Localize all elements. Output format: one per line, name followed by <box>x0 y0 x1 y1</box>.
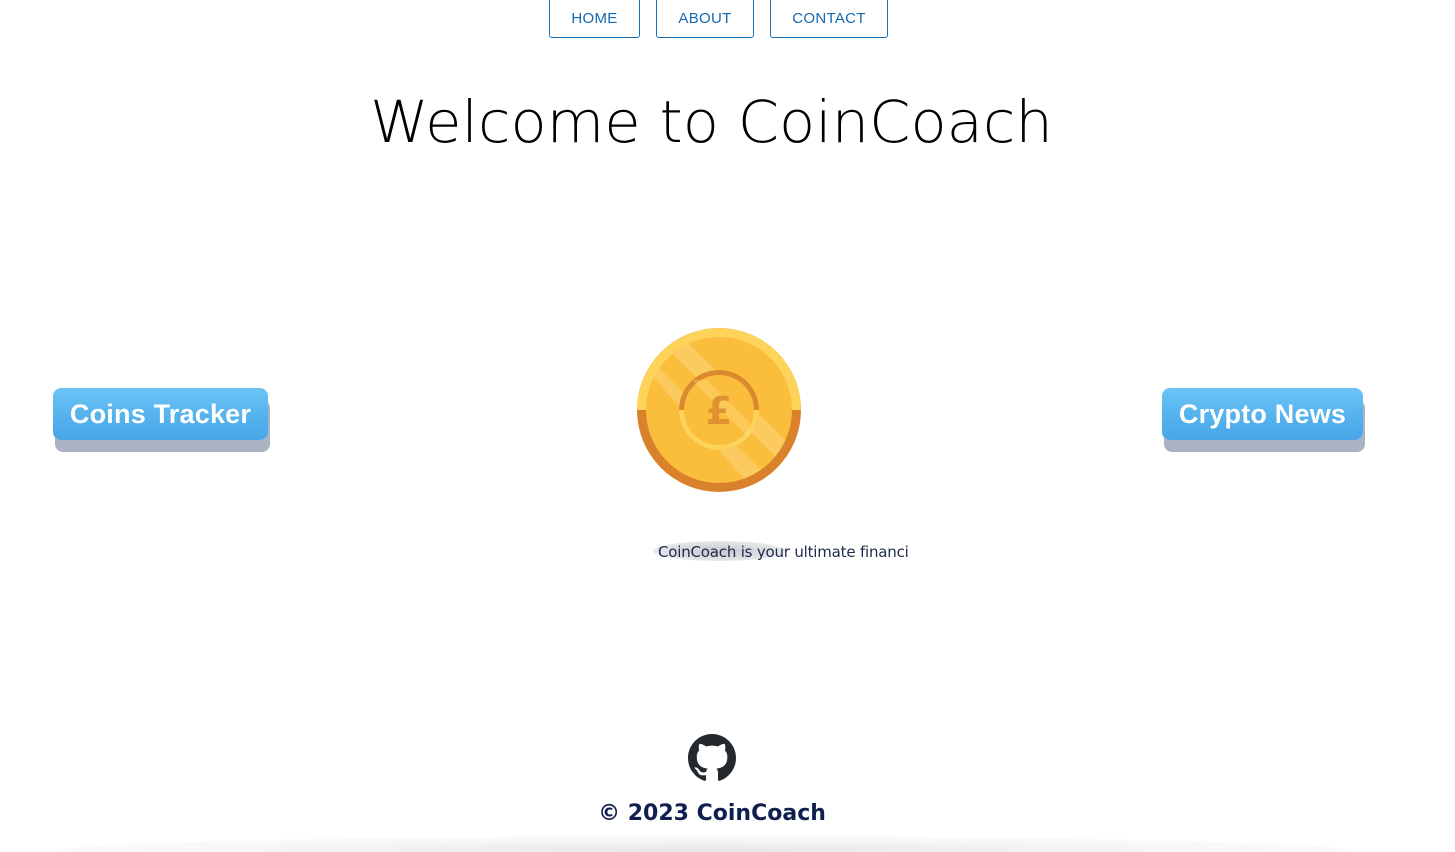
nav-about-button[interactable]: ABOUT <box>656 0 754 38</box>
coins-tracker-button[interactable]: Coins Tracker <box>53 388 268 440</box>
pound-coin-icon: £ <box>637 328 801 492</box>
pound-symbol: £ <box>706 389 732 433</box>
page-title: Welcome to CoinCoach <box>370 88 1053 156</box>
nav-home-button[interactable]: HOME <box>549 0 640 38</box>
crypto-news-button[interactable]: Crypto News <box>1162 388 1363 440</box>
tagline-container: CoinCoach is your ultimate financi <box>653 540 913 564</box>
copyright-text: © 2023 CoinCoach <box>598 801 826 826</box>
tagline-text: CoinCoach is your ultimate financi <box>658 543 909 561</box>
github-icon[interactable] <box>688 734 736 782</box>
footer-shadow <box>60 836 1350 852</box>
nav-contact-button[interactable]: CONTACT <box>770 0 888 38</box>
page: HOME ABOUT CONTACT Welcome to CoinCoach … <box>0 0 1455 852</box>
